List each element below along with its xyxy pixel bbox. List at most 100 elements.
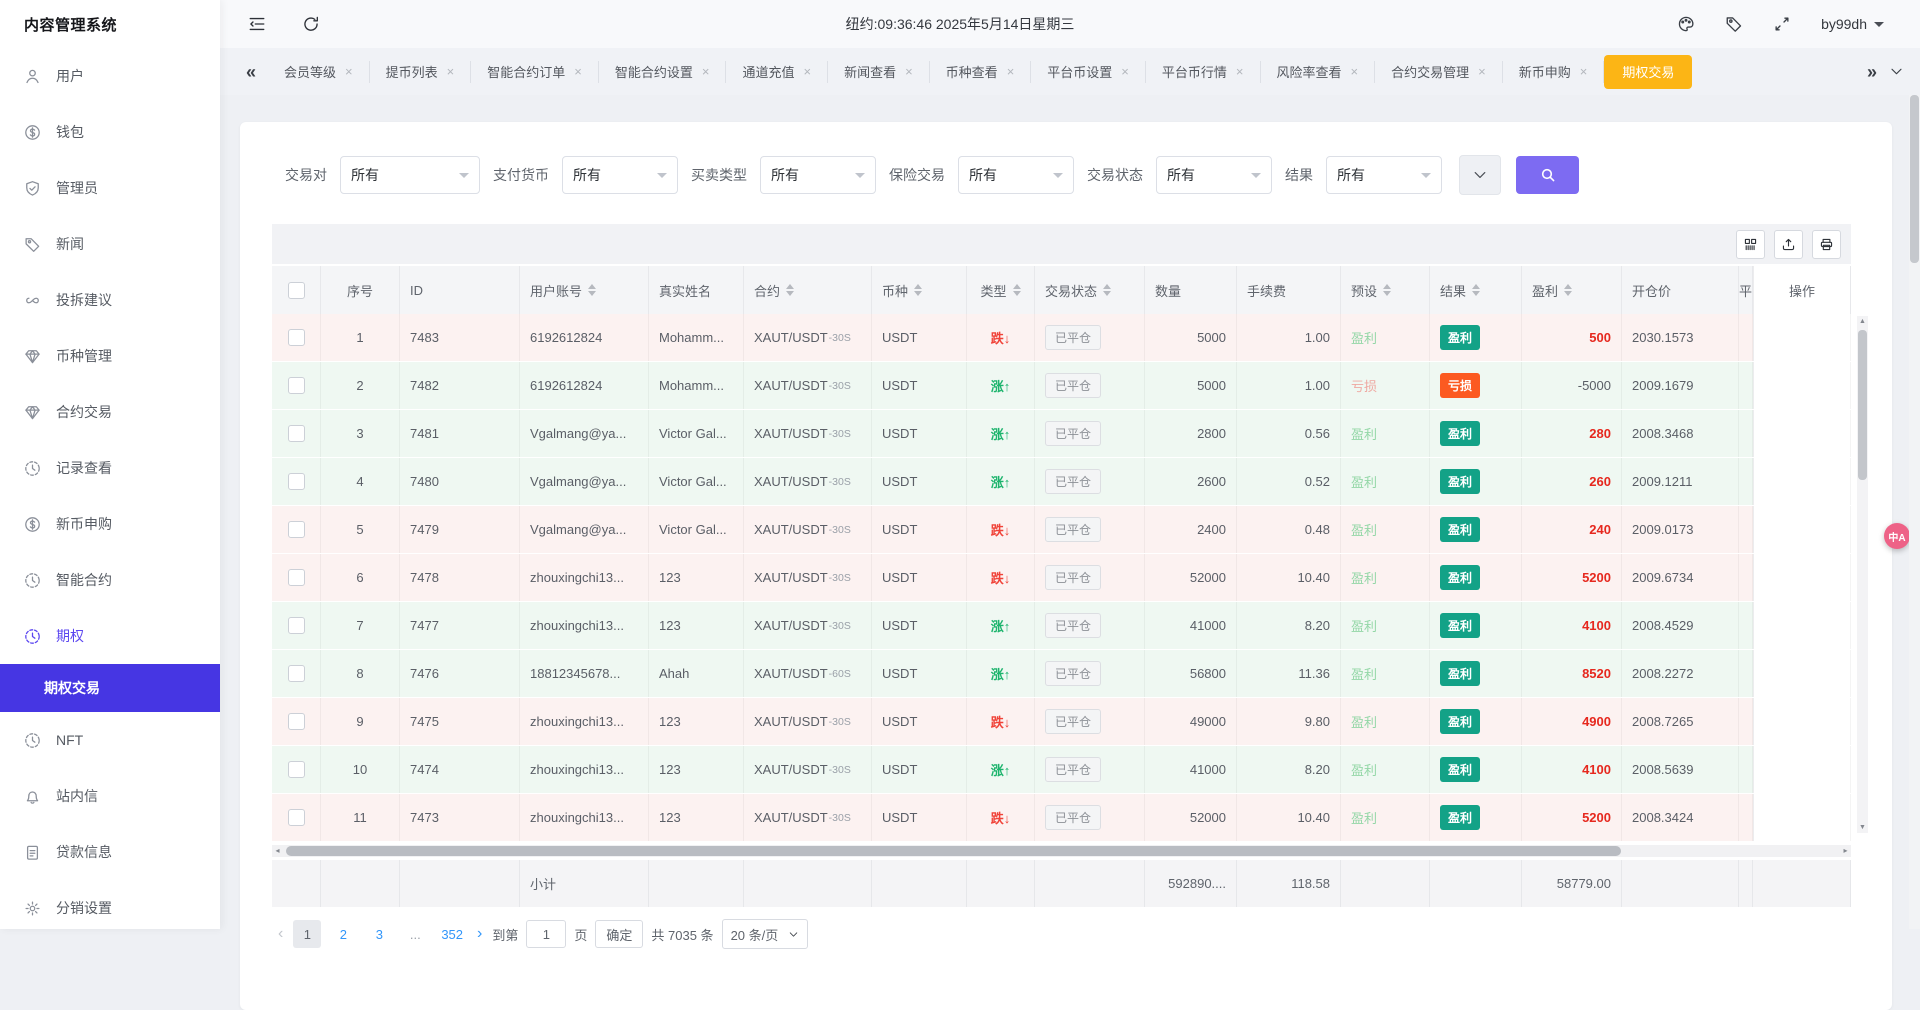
theme-palette-icon[interactable]: [1677, 15, 1695, 33]
sort-icon[interactable]: [1564, 284, 1572, 296]
close-tab-icon[interactable]: ×: [1121, 65, 1129, 78]
horizontal-scroll-thumb[interactable]: [286, 846, 1621, 856]
close-tab-icon[interactable]: ×: [1007, 65, 1015, 78]
sidebar-item-合约交易[interactable]: 合约交易: [0, 384, 220, 440]
close-tab-icon[interactable]: ×: [1580, 65, 1588, 78]
row-checkbox[interactable]: [288, 761, 305, 778]
sidebar-item-NFT[interactable]: NFT: [0, 712, 220, 768]
close-tab-icon[interactable]: ×: [803, 65, 811, 78]
prev-page-icon[interactable]: ‹: [276, 925, 285, 943]
page-button-2[interactable]: 2: [329, 920, 357, 948]
export-button[interactable]: [1774, 230, 1803, 259]
sidebar-item-管理员[interactable]: 管理员: [0, 160, 220, 216]
sidebar-item-用户[interactable]: 用户: [0, 48, 220, 104]
close-tab-icon[interactable]: ×: [1478, 65, 1486, 78]
row-checkbox[interactable]: [288, 617, 305, 634]
page-button-1[interactable]: 1: [293, 920, 321, 948]
sidebar-item-期权[interactable]: 期权: [0, 608, 220, 664]
tab-通道充值[interactable]: 通道充值×: [726, 61, 828, 83]
filter-select-结果[interactable]: 所有: [1326, 156, 1442, 194]
tab-平台币设置[interactable]: 平台币设置×: [1031, 61, 1146, 83]
search-button[interactable]: [1516, 156, 1579, 194]
column-header-结果[interactable]: 结果: [1430, 266, 1522, 314]
sidebar-item-记录查看[interactable]: 记录查看: [0, 440, 220, 496]
table-vertical-scrollbar[interactable]: ▲ ▼: [1857, 316, 1868, 833]
tab-期权交易[interactable]: 期权交易: [1604, 55, 1692, 89]
column-header-交易状态[interactable]: 交易状态: [1035, 266, 1145, 314]
tabs-scroll-right-icon[interactable]: »: [1867, 63, 1877, 81]
close-tab-icon[interactable]: ×: [702, 65, 710, 78]
tab-风险率查看[interactable]: 风险率查看×: [1261, 61, 1376, 83]
translate-button[interactable]: 中A: [1884, 523, 1910, 549]
column-header-预设[interactable]: 预设: [1341, 266, 1430, 314]
close-tab-icon[interactable]: ×: [1351, 65, 1359, 78]
sidebar-collapse-icon[interactable]: [248, 15, 266, 33]
tab-新币申购[interactable]: 新币申购×: [1503, 61, 1605, 83]
close-tab-icon[interactable]: ×: [905, 65, 913, 78]
tab-提币列表[interactable]: 提币列表×: [370, 61, 472, 83]
row-checkbox[interactable]: [288, 329, 305, 346]
row-checkbox[interactable]: [288, 809, 305, 826]
scroll-up-arrow-icon[interactable]: ▲: [1857, 316, 1868, 327]
sidebar-item-投拆建议[interactable]: 投拆建议: [0, 272, 220, 328]
tag-icon[interactable]: [1725, 15, 1743, 33]
tab-平台币行情[interactable]: 平台币行情×: [1146, 61, 1261, 83]
sort-icon[interactable]: [1103, 284, 1111, 296]
filter-select-保险交易[interactable]: 所有: [958, 156, 1074, 194]
sidebar-item-站内信[interactable]: 站内信: [0, 768, 220, 824]
close-tab-icon[interactable]: ×: [345, 65, 353, 78]
fullscreen-icon[interactable]: [1773, 15, 1791, 33]
sidebar-item-币种管理[interactable]: 币种管理: [0, 328, 220, 384]
sort-icon[interactable]: [1383, 284, 1391, 296]
column-header-用户账号[interactable]: 用户账号: [520, 266, 649, 314]
sidebar-item-期权交易[interactable]: 期权交易: [0, 664, 220, 712]
sidebar-item-新币申购[interactable]: 新币申购: [0, 496, 220, 552]
filter-select-交易对[interactable]: 所有: [340, 156, 480, 194]
refresh-icon[interactable]: [302, 15, 320, 33]
page-scroll-thumb[interactable]: [1910, 95, 1919, 263]
confirm-button[interactable]: 确定: [595, 920, 643, 948]
select-all-checkbox[interactable]: [288, 282, 305, 299]
page-scrollbar[interactable]: [1909, 95, 1920, 929]
scroll-down-arrow-icon[interactable]: ▼: [1857, 822, 1868, 833]
tabs-dropdown-icon[interactable]: [1889, 64, 1904, 79]
sort-icon[interactable]: [786, 284, 794, 296]
sidebar-item-分销设置[interactable]: 分销设置: [0, 880, 220, 929]
row-checkbox[interactable]: [288, 473, 305, 490]
sidebar-item-贷款信息[interactable]: 贷款信息: [0, 824, 220, 880]
next-page-icon[interactable]: ›: [475, 925, 484, 943]
print-button[interactable]: [1812, 230, 1841, 259]
user-menu[interactable]: by99dh: [1821, 16, 1884, 32]
scroll-right-arrow-icon[interactable]: ▸: [1840, 845, 1851, 857]
filter-select-买卖类型[interactable]: 所有: [760, 156, 876, 194]
column-header-盈利[interactable]: 盈利: [1522, 266, 1622, 314]
goto-page-input[interactable]: [526, 920, 566, 948]
tab-会员等级[interactable]: 会员等级×: [268, 61, 370, 83]
tab-新闻查看[interactable]: 新闻查看×: [828, 61, 930, 83]
sort-icon[interactable]: [588, 284, 596, 296]
per-page-select[interactable]: 20 条/页: [722, 919, 809, 949]
row-checkbox[interactable]: [288, 377, 305, 394]
row-checkbox[interactable]: [288, 521, 305, 538]
row-checkbox[interactable]: [288, 713, 305, 730]
sidebar-item-智能合约[interactable]: 智能合约: [0, 552, 220, 608]
close-tab-icon[interactable]: ×: [574, 65, 582, 78]
sort-icon[interactable]: [1013, 284, 1021, 296]
vertical-scroll-thumb[interactable]: [1858, 330, 1867, 480]
tabs-scroll-left-icon[interactable]: «: [246, 63, 256, 81]
column-settings-button[interactable]: [1736, 230, 1765, 259]
sort-icon[interactable]: [914, 284, 922, 296]
tab-合约交易管理[interactable]: 合约交易管理×: [1375, 61, 1503, 83]
row-checkbox[interactable]: [288, 665, 305, 682]
page-button-3[interactable]: 3: [365, 920, 393, 948]
scroll-left-arrow-icon[interactable]: ◂: [272, 845, 283, 857]
tab-智能合约设置[interactable]: 智能合约设置×: [599, 61, 727, 83]
horizontal-scrollbar[interactable]: ◂ ▸: [272, 845, 1851, 857]
collapse-filters-button[interactable]: [1459, 155, 1501, 195]
sort-icon[interactable]: [1472, 284, 1480, 296]
tab-币种查看[interactable]: 币种查看×: [930, 61, 1032, 83]
column-header-币种[interactable]: 币种: [872, 266, 967, 314]
close-tab-icon[interactable]: ×: [1236, 65, 1244, 78]
tab-智能合约订单[interactable]: 智能合约订单×: [471, 61, 599, 83]
filter-select-交易状态[interactable]: 所有: [1156, 156, 1272, 194]
